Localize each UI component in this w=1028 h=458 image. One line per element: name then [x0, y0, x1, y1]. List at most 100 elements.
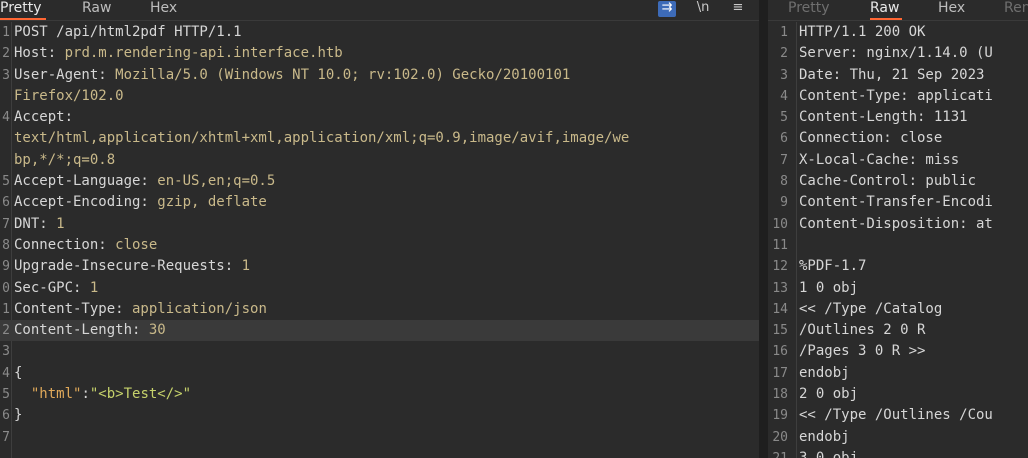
header-value: Mozilla/5.0 (Windows NT 10.0; rv:102.0) …	[106, 66, 571, 83]
request-line: 3 User-Agent: Mozilla/5.0 (Windows NT 10.…	[0, 65, 759, 86]
response-line: 15/Outlines 2 0 R	[768, 320, 1028, 341]
request-line-text: Connection: close	[14, 235, 157, 256]
line-number: 1	[2, 25, 10, 40]
response-line-text: endobj	[799, 428, 850, 445]
request-line-text: User-Agent: Mozilla/5.0 (Windows NT 10.0…	[14, 65, 570, 86]
request-line-text: {	[14, 363, 22, 384]
request-line-text: Content-Length: 30	[14, 320, 166, 341]
json-key: "html"	[30, 386, 82, 403]
response-line: 18 2 0 obj	[768, 384, 1028, 405]
json-value: "<b>Test</>"	[89, 386, 192, 403]
response-line: 8 Cache-Control: public	[768, 171, 1028, 192]
response-line: 16/Pages 3 0 R >>	[768, 341, 1028, 362]
request-tab-raw[interactable]: Raw	[82, 0, 111, 18]
response-line: 3 Date: Thu, 21 Sep 2023	[768, 65, 1028, 86]
response-line: 19 << /Type /Outlines /Cou	[768, 405, 1028, 426]
response-line-text: Content-Length: 1131	[799, 109, 968, 126]
line-number: 7	[2, 216, 10, 232]
header-name: Content-Length:	[14, 322, 141, 339]
line-number: 1	[2, 301, 10, 317]
header-name: }	[14, 407, 23, 424]
response-tab-pretty[interactable]: Pretty	[788, 0, 830, 18]
request-line: 1 POST /api/html2pdf HTTP/1.1	[0, 22, 759, 43]
request-line: 8 Connection: close	[0, 235, 759, 256]
header-value: gzip, deflate	[148, 194, 267, 211]
response-line-text: Connection: close	[799, 130, 943, 147]
menu-icon[interactable]: ≡	[730, 1, 746, 17]
header-value: 30	[140, 322, 166, 339]
response-tab-render[interactable]: Ren	[1004, 0, 1028, 18]
response-line-text: HTTP/1.1 200 OK	[799, 24, 926, 40]
response-line: 4 Content-Type: applicati	[768, 86, 1028, 107]
show-newlines-button[interactable]: \n	[694, 1, 712, 17]
response-line: 9 Content-Transfer-Encodi	[768, 192, 1028, 213]
response-line: 6 Connection: close	[768, 128, 1028, 149]
request-pane: Pretty Raw Hex ⇉ \n ≡ 1 POST /api/html2pd…	[0, 0, 759, 458]
header-value: en-US,en;q=0.5	[148, 173, 276, 190]
line-number: 3	[780, 67, 788, 83]
wrap-lines-icon[interactable]: ⇉	[658, 1, 676, 17]
request-tab-pretty[interactable]: Pretty	[0, 0, 46, 20]
response-editor[interactable]: 1 HTTP/1.1 200 OK 2 Server: nginx/1.14.0 (U…	[768, 22, 1028, 458]
request-editor[interactable]: 1 POST /api/html2pdf HTTP/1.1 2 Host: prd.m…	[0, 22, 759, 448]
request-line: 6}	[0, 405, 759, 426]
request-line-text: Accept-Encoding: gzip, deflate	[14, 192, 267, 213]
response-line-text: Content-Transfer-Encodi	[799, 194, 993, 211]
header-value: Firefox/102.0	[14, 87, 124, 104]
request-line: 1 Content-Type: application/json	[0, 299, 759, 320]
response-line-text: X-Local-Cache: miss	[799, 151, 960, 168]
request-line-text: Firefox/102.0	[14, 86, 124, 107]
line-number: 4	[2, 365, 10, 381]
header-value: 1	[81, 279, 99, 296]
header-name: Upgrade-Insecure-Requests:	[14, 258, 234, 275]
response-line: 7 X-Local-Cache: miss	[768, 150, 1028, 171]
response-line: 12 %PDF-1.7	[768, 256, 1028, 277]
line-number: 16	[772, 344, 788, 360]
line-number: 8	[780, 174, 788, 190]
header-value: close	[106, 236, 158, 253]
request-line: 4 Accept:	[0, 107, 759, 128]
response-line-text: %PDF-1.7	[799, 258, 867, 275]
line-number: 19	[772, 408, 788, 424]
request-line: 5 Accept-Language: en-US,en;q=0.5	[0, 171, 759, 192]
response-line: 13 1 0 obj	[768, 278, 1028, 299]
request-tab-hex[interactable]: Hex	[150, 0, 177, 18]
request-line-text: Host: prd.m.rendering-api.interface.htb	[14, 43, 343, 64]
request-line: text/html,application/xhtml+xml,applicat…	[0, 128, 759, 149]
request-line-text: Content-Type: application/json	[14, 299, 267, 320]
pane-splitter[interactable]	[759, 0, 768, 458]
header-name: DNT:	[14, 215, 48, 232]
line-number: 7	[2, 429, 10, 445]
response-line: 5 Content-Length: 1131	[768, 107, 1028, 128]
header-value: text/html,application/xhtml+xml,applicat…	[14, 130, 630, 147]
response-tab-raw[interactable]: Raw	[870, 0, 902, 20]
line-number: 5	[780, 110, 788, 126]
response-line-text: /Outlines 2 0 R	[799, 322, 926, 339]
header-name: Host:	[14, 45, 57, 62]
header-value: application/json	[123, 300, 267, 317]
header-name: Sec-GPC:	[14, 279, 82, 296]
line-number: 2	[2, 323, 10, 339]
response-tab-hex[interactable]: Hex	[938, 0, 965, 18]
header-name: Accept:	[14, 109, 74, 126]
response-line-text: << /Type /Outlines /Cou	[799, 407, 993, 424]
line-number: 7	[780, 152, 788, 168]
request-line: 3	[0, 341, 759, 362]
line-number: 20	[772, 429, 788, 445]
request-line: 0 Sec-GPC: 1	[0, 278, 759, 299]
response-line: 14 << /Type /Catalog	[768, 299, 1028, 320]
response-line-text: Content-Disposition: at	[799, 215, 993, 232]
line-number: 2	[2, 46, 10, 62]
request-line-text: DNT: 1	[14, 214, 65, 235]
line-number: 13	[772, 280, 788, 296]
request-line: 4{	[0, 363, 759, 384]
response-line: 11	[768, 235, 1028, 256]
header-name: POST /api/html2pdf HTTP/1.1	[14, 24, 242, 40]
request-line-text: }	[14, 405, 22, 426]
line-number: 10	[772, 216, 788, 232]
header-value: 1	[47, 215, 65, 232]
line-number: 18	[772, 387, 788, 403]
line-number: 8	[2, 237, 10, 253]
response-line: 17 endobj	[768, 363, 1028, 384]
